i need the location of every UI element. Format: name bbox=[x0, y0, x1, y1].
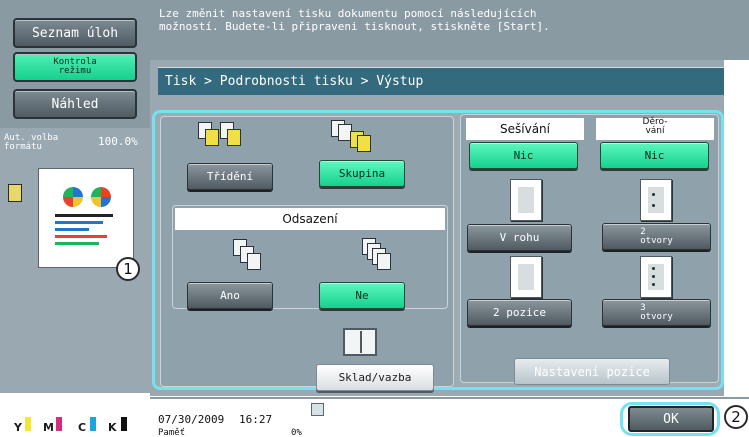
check-mode-label: Kontrola režimu bbox=[53, 57, 97, 76]
document-icon bbox=[8, 184, 22, 202]
punch-two-holes-icon bbox=[640, 179, 672, 221]
toner-k-bar bbox=[121, 417, 127, 431]
pie-chart-icon bbox=[91, 187, 111, 207]
instruction-line-2: možností. Budete-li připraveni tisknout,… bbox=[159, 20, 550, 33]
breadcrumb: Tisk > Podrobnosti tisku > Výstup bbox=[158, 67, 724, 95]
zoom-value: 100.0% bbox=[98, 135, 138, 148]
position-setting-button[interactable]: Nastavení pozice bbox=[514, 358, 670, 385]
toner-m-label: M bbox=[43, 421, 54, 434]
ok-button[interactable]: OK bbox=[628, 406, 714, 432]
book-icon bbox=[343, 328, 377, 356]
toner-y-bar bbox=[25, 417, 31, 431]
instruction-text: Lze změnit nastavení tisku dokumentu pom… bbox=[159, 7, 739, 33]
text-line bbox=[55, 214, 113, 217]
staple-two-position-button[interactable]: 2 pozice bbox=[467, 299, 572, 326]
message-banner: Lze změnit nastavení tisku dokumentu pom… bbox=[150, 0, 749, 60]
punching-title-text: Děro- vání bbox=[642, 117, 668, 136]
status-date: 07/30/2009 bbox=[158, 413, 225, 426]
punch-three-holes-label: 3 otvory bbox=[640, 302, 673, 322]
toner-k-label: K bbox=[108, 421, 117, 434]
group-button[interactable]: Skupina bbox=[319, 160, 405, 187]
preview-header: Aut. volba formátu 100.0% bbox=[4, 134, 146, 152]
toner-c-bar bbox=[90, 417, 96, 431]
punch-two-holes-label: 2 otvory bbox=[640, 226, 673, 246]
toner-m-bar bbox=[56, 417, 62, 431]
auto-size-label: Aut. volba formátu bbox=[4, 133, 59, 152]
status-time: 16:27 bbox=[239, 413, 273, 426]
callout-1: 1 bbox=[116, 257, 140, 281]
memory-value: 0% bbox=[291, 428, 302, 437]
text-line bbox=[55, 235, 107, 238]
print-preview-page bbox=[38, 168, 134, 268]
text-line bbox=[55, 242, 99, 245]
punching-title: Děro- vání bbox=[596, 118, 714, 140]
sort-button[interactable]: Třídění bbox=[187, 163, 273, 190]
punch-none-button[interactable]: Nic bbox=[600, 142, 709, 169]
punch-two-holes-button[interactable]: 2 otvory bbox=[602, 223, 711, 250]
fold-bind-button[interactable]: Sklad/vazba bbox=[316, 364, 434, 391]
toner-panel: Y M C K bbox=[0, 393, 150, 437]
network-icon bbox=[311, 403, 324, 416]
offset-title: Odsazení bbox=[175, 208, 445, 230]
text-line bbox=[55, 221, 103, 224]
pie-chart-icon bbox=[63, 187, 83, 207]
job-list-button[interactable]: Seznam úloh bbox=[13, 18, 137, 48]
instruction-line-1: Lze změnit nastavení tisku dokumentu pom… bbox=[159, 7, 537, 20]
toner-c-label: C bbox=[78, 421, 87, 434]
stapling-title: Sešívání bbox=[466, 118, 584, 140]
text-line bbox=[55, 228, 89, 231]
staple-none-button[interactable]: Nic bbox=[469, 142, 578, 169]
staple-two-position-icon bbox=[510, 256, 542, 298]
callout-2: 2 bbox=[724, 405, 748, 429]
memory-label: Paměť bbox=[158, 428, 186, 437]
preview-button[interactable]: Náhled bbox=[13, 89, 137, 119]
toner-y-label: Y bbox=[14, 421, 22, 434]
staple-corner-icon bbox=[510, 179, 542, 221]
staple-corner-button[interactable]: V rohu bbox=[467, 224, 572, 251]
punch-three-holes-button[interactable]: 3 otvory bbox=[602, 299, 711, 326]
check-mode-button[interactable]: Kontrola režimu bbox=[13, 52, 137, 82]
offset-yes-button[interactable]: Ano bbox=[187, 282, 273, 309]
punch-three-holes-icon bbox=[640, 256, 672, 298]
offset-no-button[interactable]: Ne bbox=[319, 282, 405, 309]
